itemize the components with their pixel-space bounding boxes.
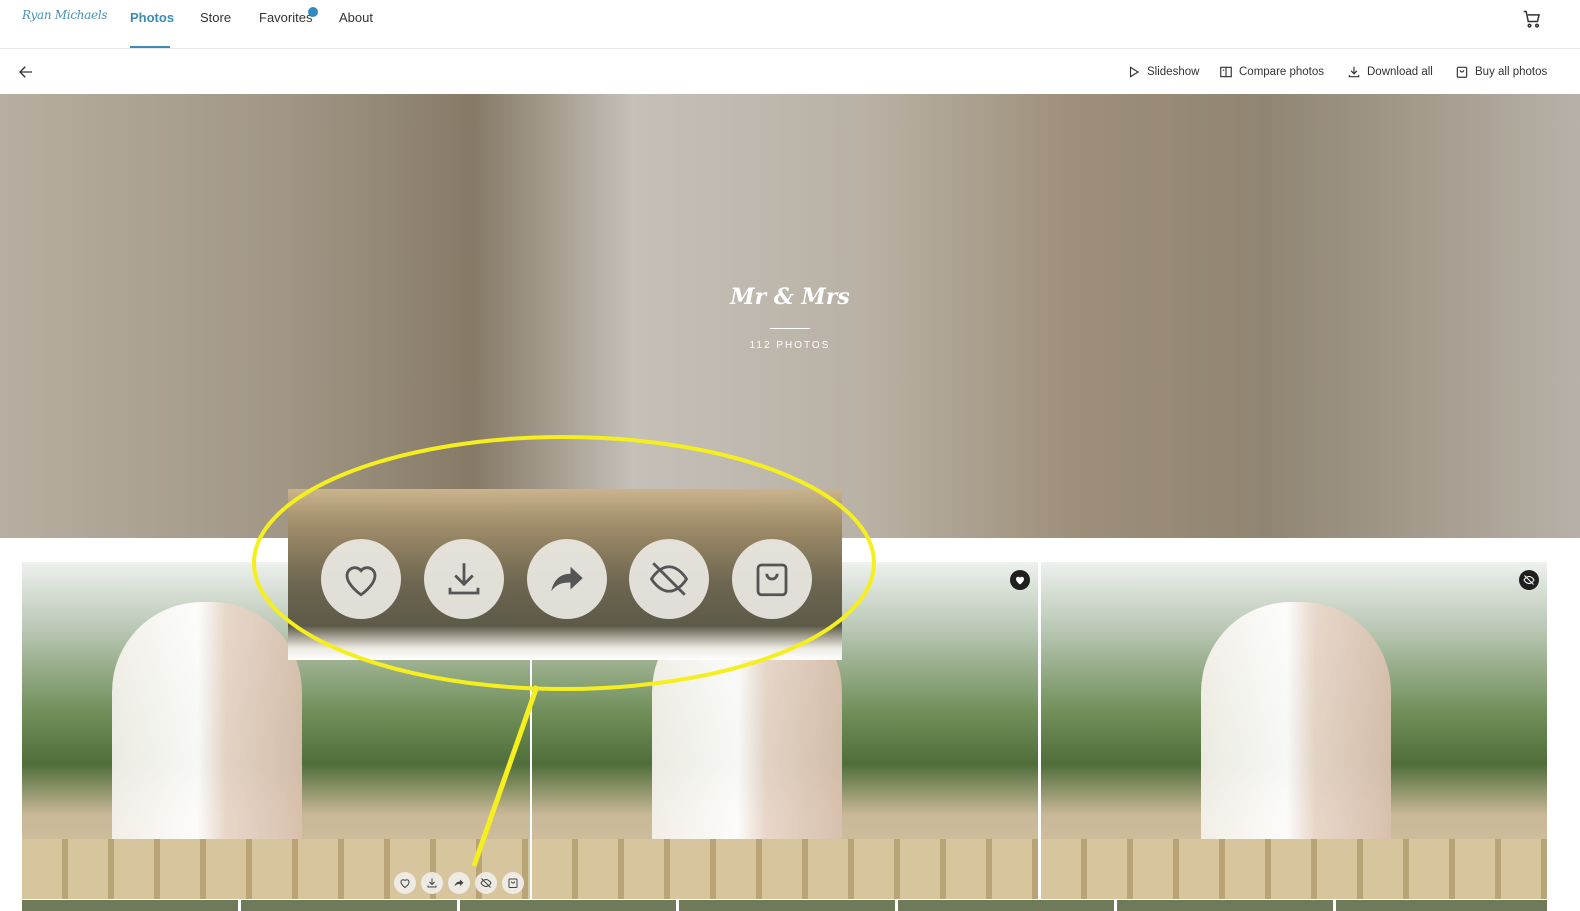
compare-photos-button[interactable]: Compare photos <box>1219 64 1324 80</box>
slideshow-button[interactable]: Slideshow <box>1127 64 1199 80</box>
top-nav: Ryan Michaels Photos Store Favorites Abo… <box>0 0 1580 49</box>
zoomed-buy-button <box>732 539 812 619</box>
buy-all-photos-button[interactable]: Buy all photos <box>1455 64 1547 80</box>
zoomed-hide-button <box>629 539 709 619</box>
compare-photos-label: Compare photos <box>1239 66 1325 78</box>
photo-subject <box>112 602 302 852</box>
download-icon <box>448 563 480 595</box>
nav-store[interactable]: Store <box>200 10 231 25</box>
next-row-photos <box>22 900 1547 911</box>
photo-railing <box>532 839 1038 899</box>
download-button[interactable] <box>421 872 443 894</box>
favorites-badge-icon <box>308 7 318 17</box>
heart-icon <box>400 879 410 889</box>
heart-icon[interactable] <box>1010 570 1030 590</box>
eye-off-icon <box>480 878 492 888</box>
title-divider <box>770 328 810 329</box>
compare-icon <box>1220 66 1232 78</box>
download-icon <box>1348 66 1360 78</box>
photo-subject <box>1201 602 1391 852</box>
active-tab-indicator <box>130 46 170 48</box>
hide-button[interactable] <box>475 872 497 894</box>
brand-logo[interactable]: Ryan Michaels <box>22 8 108 22</box>
photo-railing <box>1041 839 1547 899</box>
buy-all-photos-label: Buy all photos <box>1475 66 1548 78</box>
zoomed-favorite-button <box>321 539 401 619</box>
zoomed-download-button <box>424 539 504 619</box>
bag-icon <box>508 878 518 888</box>
gallery-photo-3[interactable] <box>1041 562 1547 899</box>
photo-count: 112 PHOTOS <box>749 340 831 351</box>
arrow-left-icon[interactable] <box>17 63 35 81</box>
zoomed-share-button <box>527 539 607 619</box>
cart-icon[interactable] <box>1522 9 1542 29</box>
album-cover-image: Mr & Mrs 112 PHOTOS <box>0 94 1580 538</box>
download-all-label: Download all <box>1367 66 1433 78</box>
nav-photos[interactable]: Photos <box>130 10 174 25</box>
photo-action-bar <box>394 872 524 894</box>
bag-icon <box>1456 66 1468 78</box>
play-icon <box>1129 66 1140 78</box>
cover-overlay <box>0 94 1580 538</box>
favorite-button[interactable] <box>394 872 416 894</box>
zoomed-action-callout <box>288 489 842 660</box>
nav-about[interactable]: About <box>339 10 373 25</box>
heart-icon <box>345 566 377 597</box>
buy-button[interactable] <box>502 872 524 894</box>
bag-icon <box>756 563 788 597</box>
album-title: Mr & Mrs <box>730 284 850 310</box>
eye-off-icon <box>649 562 689 596</box>
download-all-button[interactable]: Download all <box>1347 64 1433 80</box>
share-icon <box>551 566 583 592</box>
album-toolbar: Slideshow Compare photos Download all Bu… <box>0 50 1580 94</box>
eye-off-icon[interactable] <box>1519 570 1539 590</box>
share-button[interactable] <box>448 872 470 894</box>
share-icon <box>454 879 464 887</box>
nav-favorites[interactable]: Favorites <box>259 10 312 25</box>
slideshow-label: Slideshow <box>1147 66 1200 78</box>
download-icon <box>427 878 437 888</box>
